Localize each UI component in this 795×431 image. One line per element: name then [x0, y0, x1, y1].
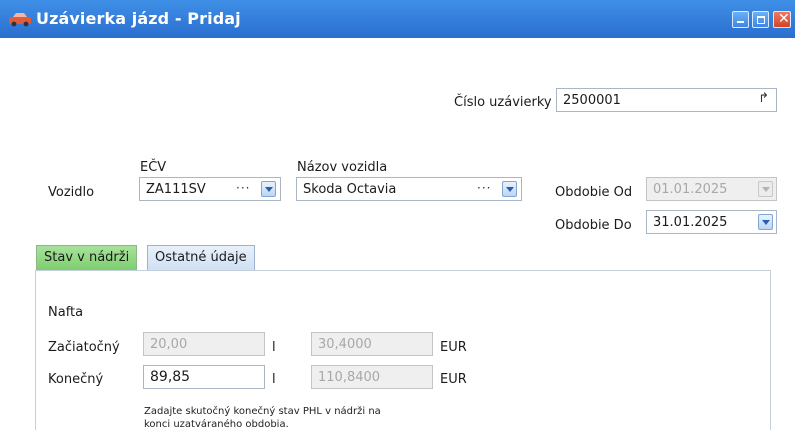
ecv-browse-button[interactable]: ···: [236, 181, 250, 195]
ecv-input[interactable]: [140, 178, 280, 200]
closure-number-label: Číslo uzávierky: [454, 95, 552, 110]
vehicle-name-label: Názov vozidla: [297, 160, 388, 175]
vehicle-name-dropdown-button[interactable]: [502, 181, 517, 197]
maximize-button[interactable]: [752, 11, 769, 28]
vehicle-name-field[interactable]: ···: [296, 177, 522, 201]
start-volume-unit: l: [272, 340, 276, 355]
ecv-label: EČV: [140, 160, 167, 175]
end-volume-input[interactable]: [144, 366, 264, 388]
end-state-hint-line2: konci uzatváraného obdobia.: [144, 419, 289, 430]
period-to-field[interactable]: [646, 210, 777, 234]
end-amount-input: [312, 366, 432, 388]
period-to-input[interactable]: [647, 211, 776, 233]
closure-number-field[interactable]: ↱: [556, 88, 777, 112]
closure-number-input[interactable]: [557, 89, 776, 111]
vehicle-name-browse-button[interactable]: ···: [477, 181, 491, 195]
start-label: Začiatočný: [48, 340, 120, 355]
ecv-field[interactable]: ···: [139, 177, 281, 201]
end-amount-currency: EUR: [440, 372, 467, 387]
end-amount-field: [311, 365, 433, 389]
fuel-type-label: Nafta: [48, 305, 84, 320]
cursor-icon[interactable]: ↱: [758, 91, 769, 106]
window-titlebar: Uzávierka jázd - Pridaj ✕: [0, 0, 795, 38]
car-icon: [9, 13, 31, 27]
start-amount-currency: EUR: [440, 340, 467, 355]
start-volume-input: [144, 333, 264, 355]
period-from-dropdown-button: [758, 181, 773, 197]
minimize-button[interactable]: [732, 11, 749, 28]
window-title: Uzávierka jázd - Pridaj: [36, 9, 241, 28]
period-to-label: Obdobie Do: [555, 218, 632, 233]
period-from-input: [647, 178, 776, 200]
period-to-dropdown-button[interactable]: [758, 214, 773, 230]
end-volume-field[interactable]: [143, 365, 265, 389]
period-from-field: [646, 177, 777, 201]
tab-fuel-status[interactable]: Stav v nádrži: [36, 245, 138, 271]
tab-other-data[interactable]: Ostatné údaje: [147, 245, 255, 271]
close-button[interactable]: ✕: [773, 11, 791, 28]
end-label: Konečný: [48, 372, 104, 387]
start-amount-input: [312, 333, 432, 355]
period-from-label: Obdobie Od: [555, 185, 633, 200]
end-state-hint: Zadajte skutočný konečný stav PHL v nádr…: [144, 405, 381, 431]
start-amount-field: [311, 332, 433, 356]
ecv-dropdown-button[interactable]: [261, 181, 276, 197]
vehicle-label: Vozidlo: [48, 185, 95, 200]
close-icon: ✕: [778, 11, 790, 27]
end-volume-unit: l: [272, 372, 276, 387]
end-state-hint-line1: Zadajte skutočný konečný stav PHL v nádr…: [144, 406, 381, 417]
start-volume-field: [143, 332, 265, 356]
